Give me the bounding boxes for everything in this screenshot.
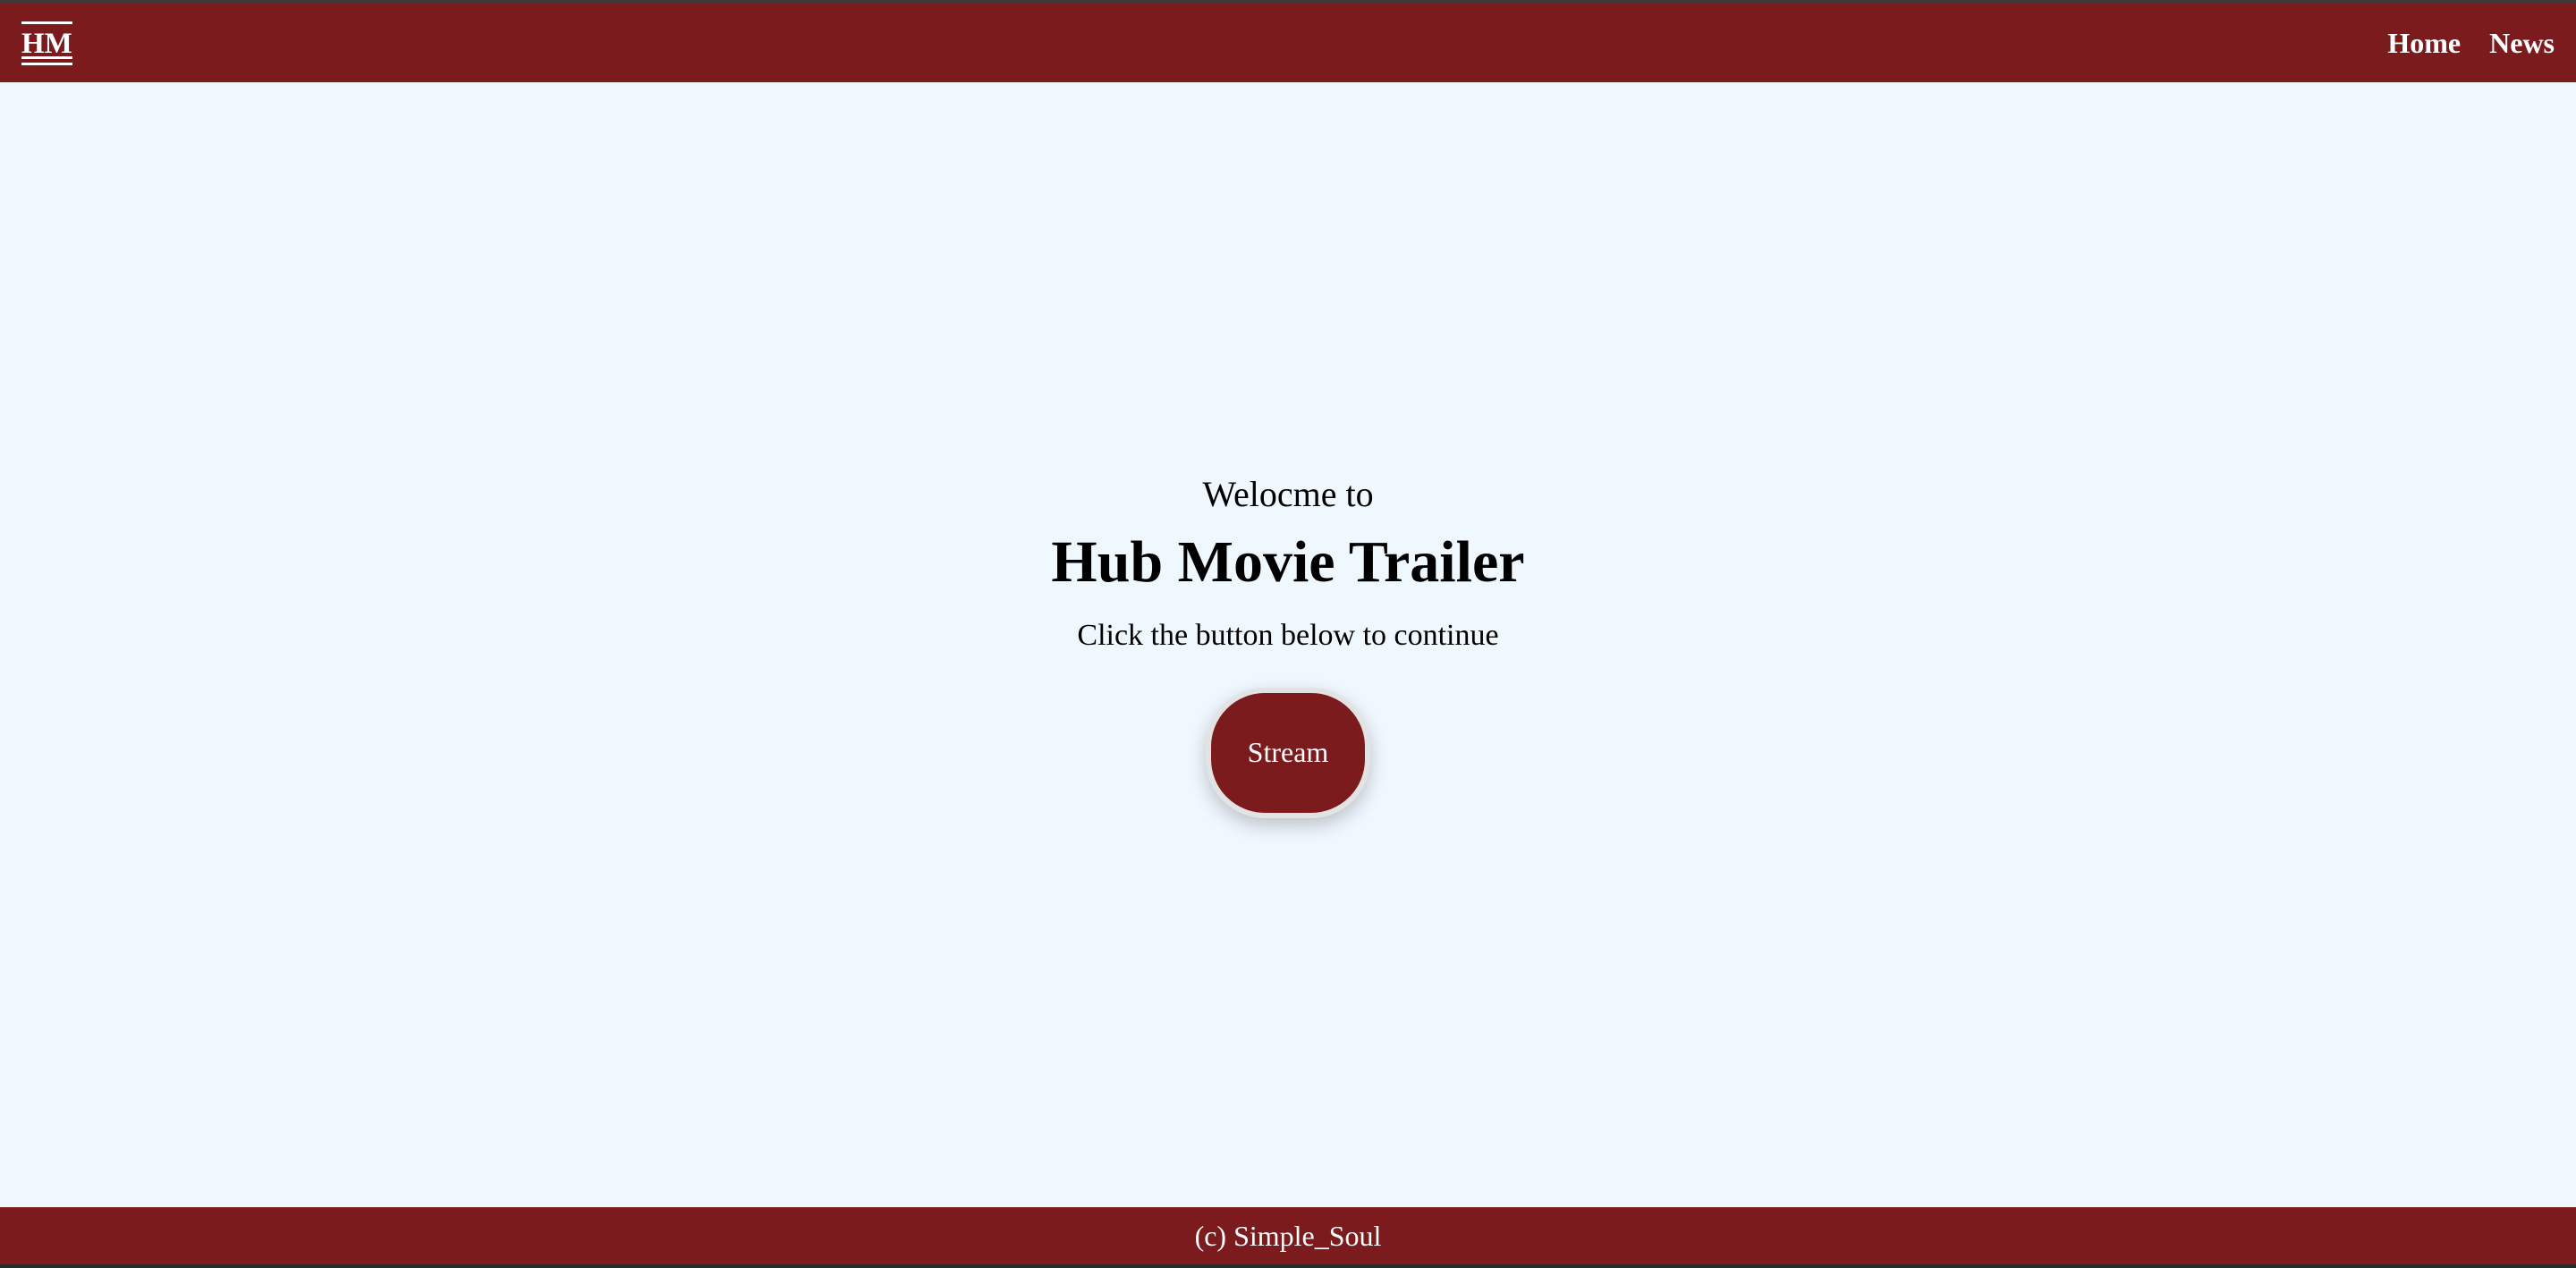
welcome-text: Welocme to [1202,474,1374,514]
top-navbar: HM Home News [0,4,2576,82]
nav-link-news[interactable]: News [2489,27,2555,60]
browser-viewport: HM Home News Welocme to Hub Movie Traile… [0,0,2576,1268]
hero-section: Welocme to Hub Movie Trailer Click the b… [0,82,2576,1211]
copyright-text: (c) Simple_Soul [1194,1219,1382,1252]
site-logo[interactable]: HM [21,21,72,65]
main-nav: Home News [2387,27,2555,60]
stream-button[interactable]: Stream [1206,687,1370,818]
footer: (c) Simple_Soul [0,1207,2576,1264]
window-bottom-edge [0,1264,2576,1268]
page-title: Hub Movie Trailer [1051,529,1525,595]
nav-link-home[interactable]: Home [2387,27,2461,60]
instruction-text: Click the button below to continue [1077,618,1499,652]
